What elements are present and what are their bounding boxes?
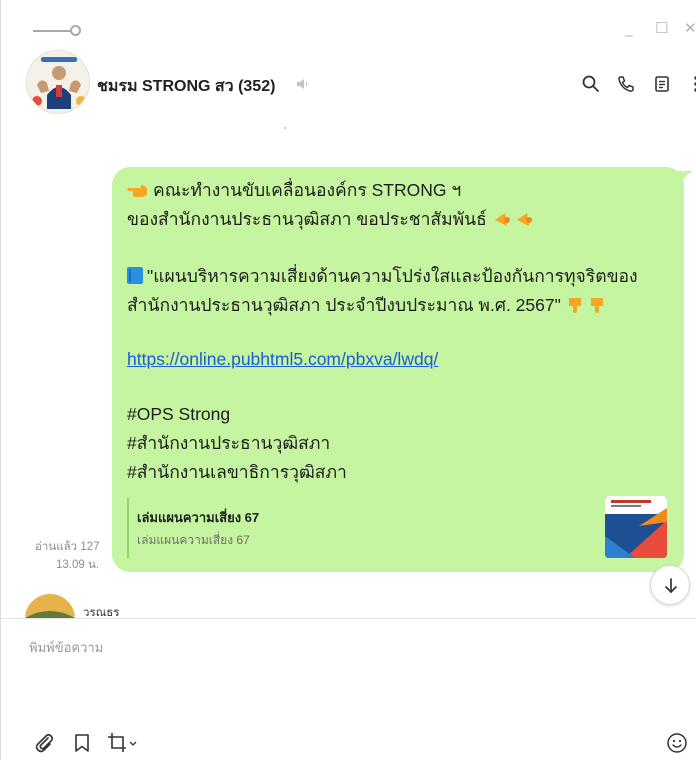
- link-preview[interactable]: เล่มแผนความเสี่ยง 67 เล่มแผนความเสี่ยง 6…: [127, 496, 667, 560]
- megaphone-icon: [493, 210, 537, 233]
- title-bar: _ ☐ ✕: [1, 0, 696, 46]
- chat-window: _ ☐ ✕ ชมรม STRONG สว (352) คณะทำงานขับเค…: [0, 0, 696, 760]
- preview-thumbnail: [605, 496, 667, 558]
- group-avatar[interactable]: [26, 50, 90, 114]
- message-line-3: "แผนบริหารความเสี่ยงด้านความโปร่งใสและป้…: [127, 265, 638, 287]
- message-line-2: ของสำนักงานประธานวุฒิสภา ขอประชาสัมพันธ์: [127, 208, 537, 233]
- emoji-icon[interactable]: [666, 732, 688, 754]
- mute-icon: [297, 79, 308, 89]
- notes-icon[interactable]: [652, 74, 672, 94]
- message-composer: [1, 618, 696, 760]
- scroll-down-button[interactable]: [650, 565, 690, 605]
- chat-header: ชมรม STRONG สว (352): [1, 46, 696, 120]
- message-line-4: สำนักงานประธานวุฒิสภา ประจำปีงบประมาณ พ.…: [127, 294, 611, 319]
- read-count: อ่านแล้ว 127: [35, 541, 100, 553]
- hashtag-1[interactable]: #OPS Strong: [127, 403, 230, 425]
- divider-dot: [284, 127, 286, 129]
- message-line-1: คณะทำงานขับเคลื่อนองค์กร STRONG ฯ: [127, 179, 461, 201]
- phone-icon[interactable]: [616, 74, 636, 94]
- scroll-down-icon: [665, 578, 677, 593]
- sender-name: วรณธร: [83, 607, 120, 618]
- search-icon[interactable]: [581, 74, 601, 94]
- preview-subtitle: เล่มแผนความเสี่ยง 67: [137, 533, 250, 547]
- hashtag-3[interactable]: #สำนักงานเลขาธิการวุฒิสภา: [127, 461, 347, 483]
- room-name: ชมรม STRONG สว (352): [97, 78, 276, 95]
- bubble-tail: [671, 171, 693, 187]
- pin-icon[interactable]: [33, 24, 81, 38]
- hashtag-2[interactable]: #สำนักงานประธานวุฒิสภา: [127, 432, 330, 454]
- message-time: 13.09 น.: [56, 559, 100, 571]
- chat-area[interactable]: คณะทำงานขับเคลื่อนองค์กร STRONG ฯ ของสำน…: [1, 120, 696, 618]
- bookmark-icon[interactable]: [71, 732, 93, 754]
- message-link[interactable]: https://online.pubhtml5.com/pbxva/lwdq/: [127, 348, 438, 370]
- preview-title: เล่มแผนความเสี่ยง 67: [137, 510, 260, 525]
- close-icon[interactable]: ✕: [684, 20, 696, 36]
- paperclip-icon[interactable]: [33, 732, 55, 754]
- message-input[interactable]: [29, 637, 669, 717]
- pointing-down-icon: [567, 296, 611, 319]
- crop-icon[interactable]: [107, 732, 137, 754]
- more-icon[interactable]: [686, 74, 696, 94]
- sender-avatar[interactable]: [25, 594, 75, 618]
- pointing-hand-icon: [127, 185, 147, 197]
- minimize-icon[interactable]: _: [625, 20, 633, 36]
- maximize-icon[interactable]: ☐: [655, 20, 668, 36]
- book-icon: [127, 267, 143, 284]
